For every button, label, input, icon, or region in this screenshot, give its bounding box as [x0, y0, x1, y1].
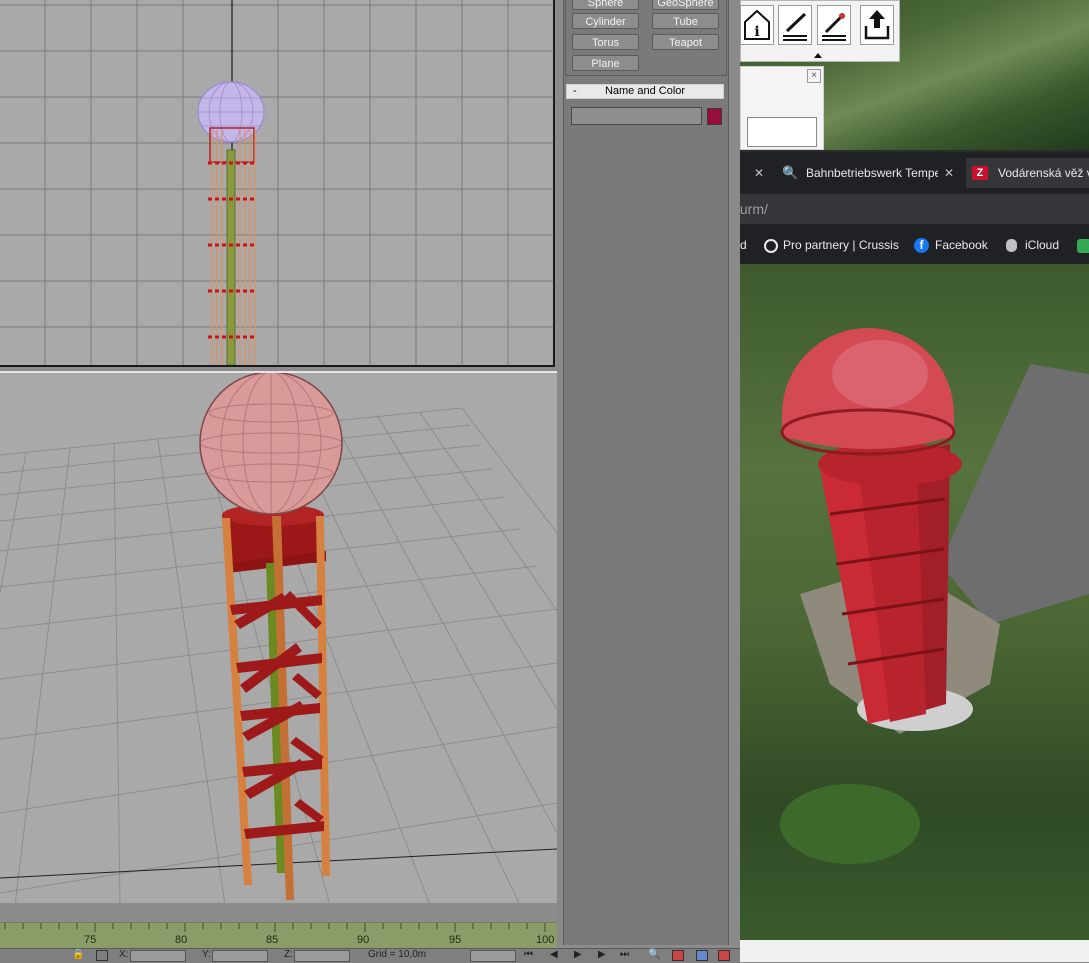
y-coord-label: Y:: [202, 949, 211, 960]
pencil-icon: [822, 12, 846, 41]
viewport-top[interactable]: [0, 0, 555, 367]
cylinder-button[interactable]: Cylinder: [572, 13, 639, 29]
bookmark-label: iCloud: [1025, 238, 1060, 252]
timeline-tick-label: 80: [175, 934, 188, 946]
perspective-scene: [0, 373, 557, 903]
export-button[interactable]: [860, 5, 894, 45]
timeline-tick-label: 90: [357, 934, 370, 946]
zoom-extents-all-icon[interactable]: [718, 950, 730, 961]
top-viewport-grid: [0, 0, 553, 365]
z-coord-field[interactable]: [294, 950, 350, 962]
bookmark-icloud[interactable]: iCloud: [1006, 232, 1059, 258]
address-text: turm/: [740, 201, 768, 217]
bookmark-crussis[interactable]: Pro partnery | Crussis: [764, 232, 899, 258]
water-tower-model: [199, 373, 343, 900]
go-to-end-icon[interactable]: ⏭: [620, 949, 629, 960]
go-to-start-icon[interactable]: ⏮: [524, 949, 533, 960]
torus-button[interactable]: Torus: [572, 34, 639, 50]
facebook-icon: f: [914, 238, 929, 254]
window-bottom-strip: [740, 940, 1089, 962]
draw-pen-button[interactable]: [778, 5, 812, 45]
apple-icon: [1006, 239, 1017, 253]
object-name-field[interactable]: [571, 107, 702, 125]
browser-tab-bahnbetriebswerk[interactable]: 🔍 Bahnbetriebswerk Tempe ✕: [774, 158, 964, 188]
absolute-mode-icon[interactable]: [96, 950, 108, 961]
y-coord-field[interactable]: [212, 950, 268, 962]
tab-close-icon[interactable]: ✕: [944, 158, 954, 188]
crussis-icon: [764, 238, 778, 253]
site-favicon-icon: Z: [972, 166, 988, 180]
bookmark-partial[interactable]: d: [740, 232, 747, 258]
timeline-tick-label: 85: [266, 934, 279, 946]
previous-frame-icon[interactable]: ◀: [550, 949, 558, 960]
bookmark-facebook[interactable]: f Facebook: [914, 232, 988, 258]
viewport-perspective[interactable]: [0, 371, 557, 903]
water-tower-photo: [740, 264, 1089, 940]
rollout-title: Name and Color: [604, 85, 686, 97]
green-site-icon: [1077, 238, 1089, 253]
info-house-icon: i: [744, 9, 770, 40]
grid-size-readout: Grid = 10,0m: [368, 949, 427, 960]
timeline-frame-field[interactable]: [470, 950, 516, 962]
x-coord-label: X:: [119, 949, 129, 960]
plane-button[interactable]: Plane: [572, 55, 639, 71]
command-panel: Sphere GeoSphere Cylinder Tube Torus Tea…: [557, 0, 740, 945]
bookmark-partial-next[interactable]: [1077, 232, 1089, 258]
upload-tray-icon: [864, 10, 890, 40]
edit-pen-button[interactable]: [817, 5, 851, 45]
tab-title: Vodárenská věž v: [998, 166, 1089, 180]
bookmark-label: Pro partnery | Crussis: [783, 238, 899, 252]
dialog-text-area[interactable]: [747, 117, 817, 147]
timeline-tick-label: 75: [84, 934, 97, 946]
teapot-button[interactable]: Teapot: [652, 34, 719, 50]
floating-toolbar: i: [740, 0, 900, 62]
timeline-tick-label: 95: [449, 934, 462, 946]
x-coord-field[interactable]: [130, 950, 186, 962]
pen-on-line-icon: [783, 12, 807, 41]
command-panel-inner: [563, 0, 729, 945]
active-tool-indicator-icon: [814, 53, 822, 58]
timeline-tick-label: 100: [536, 934, 555, 946]
name-and-color-rollout[interactable]: - Name and Color: [566, 84, 724, 99]
browser-tab-vodarenska[interactable]: Z Vodárenská věž v: [966, 158, 1089, 188]
browser-tab-partial[interactable]: ✕: [740, 158, 770, 188]
photo-illustration: [780, 328, 1089, 864]
next-frame-icon[interactable]: ▶: [598, 949, 606, 960]
tab-title: Bahnbetriebswerk Tempe: [806, 166, 938, 180]
search-icon: 🔍: [782, 165, 799, 180]
timeline-track[interactable]: 75 80 85 90 95 100: [0, 922, 557, 949]
status-bar: 🔒 X: Y: Z: Grid = 10,0m ⏮ ◀ ▶ ▶ ⏭ 🔍: [0, 948, 740, 963]
tab-close-icon[interactable]: ✕: [754, 158, 764, 188]
svg-text:i: i: [754, 24, 759, 40]
wireframe-tower: [208, 127, 257, 365]
object-color-swatch[interactable]: [707, 108, 722, 125]
geosphere-button[interactable]: GeoSphere: [652, 0, 719, 10]
info-house-button[interactable]: i: [740, 5, 774, 45]
close-icon[interactable]: ×: [807, 69, 821, 83]
lock-icon[interactable]: 🔒: [72, 949, 84, 961]
bookmark-label: Facebook: [935, 238, 988, 252]
zoom-extents-icon[interactable]: [672, 950, 684, 961]
zoom-all-icon[interactable]: [696, 950, 708, 961]
z-coord-label: Z:: [284, 949, 293, 960]
object-type-group: Sphere GeoSphere Cylinder Tube Torus Tea…: [565, 0, 727, 76]
browser-window: ✕ 🔍 Bahnbetriebswerk Tempe ✕ Z Vodárensk…: [740, 152, 1089, 264]
background-windows: i × ✕ 🔍 Bahnbetriebswerk Tempe ✕ Z Vodár…: [740, 0, 1089, 962]
address-bar[interactable]: turm/: [740, 194, 1089, 224]
tube-button[interactable]: Tube: [652, 13, 719, 29]
zoom-icon[interactable]: 🔍: [648, 949, 660, 960]
play-icon[interactable]: ▶: [574, 949, 582, 960]
sphere-button[interactable]: Sphere: [572, 0, 639, 10]
dialog-window-fragment: ×: [740, 66, 824, 150]
